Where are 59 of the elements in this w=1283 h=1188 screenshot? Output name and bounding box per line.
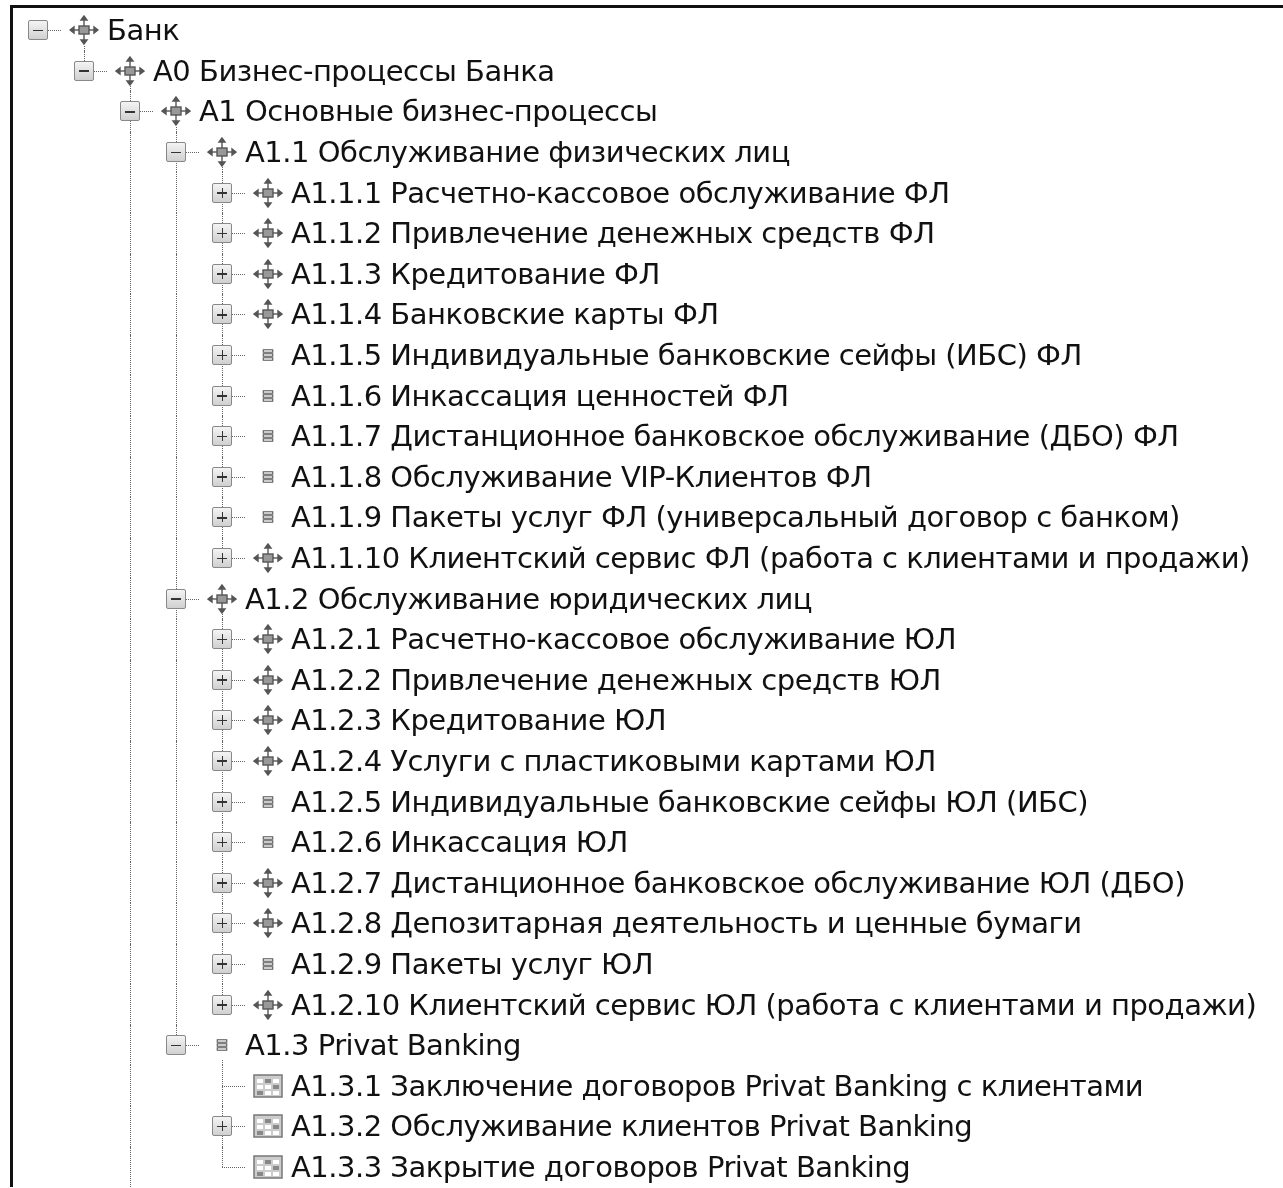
expand-toggle[interactable] xyxy=(212,548,232,568)
expand-toggle[interactable] xyxy=(212,791,232,812)
expand-toggle[interactable] xyxy=(212,913,232,934)
expand-toggle[interactable] xyxy=(212,426,232,447)
collapse-toggle[interactable] xyxy=(74,60,94,81)
collapse-toggle[interactable] xyxy=(120,101,140,122)
tree-item-label[interactable]: A1.2.8 Депозитарная деятельность и ценные бумаги xyxy=(291,906,1082,941)
expand-toggle[interactable] xyxy=(212,1116,232,1137)
tree-item-label[interactable]: A1.1.7 Дистанционное банковское обслуживание (ДБО) ФЛ xyxy=(291,419,1179,454)
tree-item-label[interactable]: A1.3.3 Закрытие договоров Privat Banking xyxy=(291,1149,911,1184)
collapse-toggle[interactable] xyxy=(166,588,186,609)
table-icon xyxy=(253,1114,283,1139)
tree-item-label[interactable]: A1.1.9 Пакеты услуг ФЛ (универсальный договор с банком) xyxy=(291,500,1180,535)
tree-item-label[interactable]: A1.1.10 Клиентский сервис ФЛ (работа с клиентами и продажи) xyxy=(291,541,1250,575)
expand-toggle[interactable] xyxy=(212,345,232,366)
tree-item-label[interactable]: A1.2.9 Пакеты услуг ЮЛ xyxy=(291,946,654,981)
expand-toggle[interactable] xyxy=(212,304,232,325)
tree-item-label[interactable]: A1.2.4 Услуги с пластиковыми картами ЮЛ xyxy=(291,744,936,778)
table-icon xyxy=(253,1073,283,1098)
tree-item-label[interactable]: A1.2.7 Дистанционное банковское обслуживание ЮЛ (ДБО) xyxy=(291,865,1185,900)
tree-item-label[interactable]: A1.1.8 Обслуживание VIP-Клиентов ФЛ xyxy=(291,459,872,494)
table-icon xyxy=(253,1154,283,1179)
expand-toggle[interactable] xyxy=(212,953,232,974)
tree-item-label[interactable]: A1.3 Privat Banking xyxy=(245,1028,521,1063)
tree-item-label[interactable]: A1.2.10 Клиентский сервис ЮЛ (работа с клиентами и продажи) xyxy=(291,987,1257,1022)
tree-item-label[interactable]: A1.1.6 Инкассация ценностей ФЛ xyxy=(291,378,789,413)
expand-toggle[interactable] xyxy=(212,669,232,690)
expand-toggle[interactable] xyxy=(212,182,232,203)
expand-toggle[interactable] xyxy=(212,507,232,528)
tree-item-label[interactable]: A1.2.1 Расчетно-кассовое обслуживание ЮЛ xyxy=(291,622,956,657)
expand-toggle[interactable] xyxy=(212,263,232,284)
collapse-toggle[interactable] xyxy=(166,142,186,163)
tree-item-label[interactable]: A1.2.2 Привлечение денежных средств ЮЛ xyxy=(291,662,941,697)
collapse-toggle[interactable] xyxy=(28,20,48,41)
tree-item-label[interactable]: A1.2.6 Инкассация ЮЛ xyxy=(291,825,628,860)
tree-item-label[interactable]: A1.2.5 Индивидуальные банковские сейфы ЮЛ (ИБС) xyxy=(291,784,1089,819)
expand-toggle[interactable] xyxy=(212,466,232,487)
expand-toggle[interactable] xyxy=(212,385,232,406)
tree-item-label[interactable]: A1.1.1 Расчетно-кассовое обслуживание ФЛ xyxy=(291,175,950,210)
tree-item-label[interactable]: A1.2.3 Кредитование ЮЛ xyxy=(291,703,667,738)
tree-item-label[interactable]: A1.3.1 Заключение договоров Privat Banking с клиентами xyxy=(291,1068,1144,1103)
tree-item-label[interactable]: A1.1.5 Индивидуальные банковские сейфы (ИБС) ФЛ xyxy=(291,338,1082,373)
expand-toggle[interactable] xyxy=(212,223,232,244)
tree-item-label[interactable]: Банк xyxy=(107,13,180,48)
expand-toggle[interactable] xyxy=(212,710,232,731)
collapse-toggle[interactable] xyxy=(166,1035,186,1056)
expand-toggle[interactable] xyxy=(212,994,232,1015)
expand-toggle[interactable] xyxy=(212,629,232,650)
tree-item-label[interactable]: A1.2 Обслуживание юридических лиц xyxy=(245,581,813,616)
expand-toggle[interactable] xyxy=(212,751,232,771)
tree-item-label[interactable]: A1.1.2 Привлечение денежных средств ФЛ xyxy=(291,216,935,251)
tree-item-label[interactable]: A1.1.4 Банковские карты ФЛ xyxy=(291,297,719,332)
expand-toggle[interactable] xyxy=(212,872,232,893)
tree-item-label[interactable]: A0 Бизнес-процессы Банка xyxy=(153,53,555,88)
tree-item-label[interactable]: A1.3.2 Обслуживание клиентов Privat Banking xyxy=(291,1109,973,1144)
tree-item-label[interactable]: A1.1.3 Кредитование ФЛ xyxy=(291,256,660,291)
expand-toggle[interactable] xyxy=(212,832,232,853)
tree-item-label[interactable]: A1 Основные бизнес-процессы xyxy=(199,94,658,129)
tree-item-label[interactable]: A1.1 Обслуживание физических лиц xyxy=(245,135,790,170)
